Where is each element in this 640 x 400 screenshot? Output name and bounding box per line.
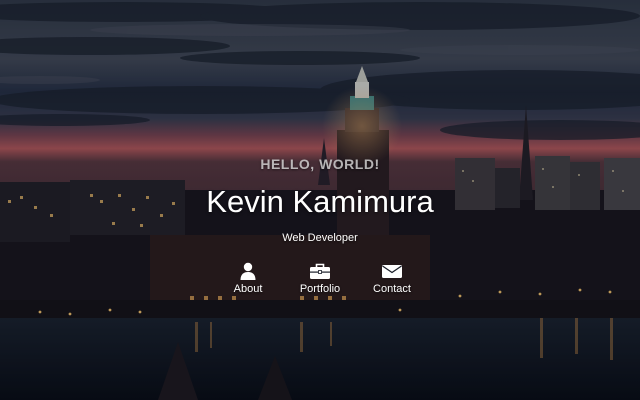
hero-name: Kevin Kamimura [206,184,434,219]
hero-role: Web Developer [282,232,358,244]
hero-greeting: HELLO, WORLD! [260,156,380,172]
nav-contact-label: Contact [373,283,411,295]
hero-section: HELLO, WORLD! Kevin Kamimura Web Develop… [0,0,640,400]
nav-portfolio-label: Portfolio [299,283,341,295]
nav-about-label: About [233,283,263,295]
nav-contact-link[interactable]: Contact [367,262,417,295]
hero-content: HELLO, WORLD! Kevin Kamimura Web Develop… [0,0,640,400]
envelope-icon [382,265,402,278]
user-icon [240,262,256,280]
briefcase-icon [310,263,330,279]
hero-nav: About Portfolio Contact [0,262,640,295]
nav-about-link[interactable]: About [223,262,273,295]
nav-portfolio-link[interactable]: Portfolio [295,262,345,295]
